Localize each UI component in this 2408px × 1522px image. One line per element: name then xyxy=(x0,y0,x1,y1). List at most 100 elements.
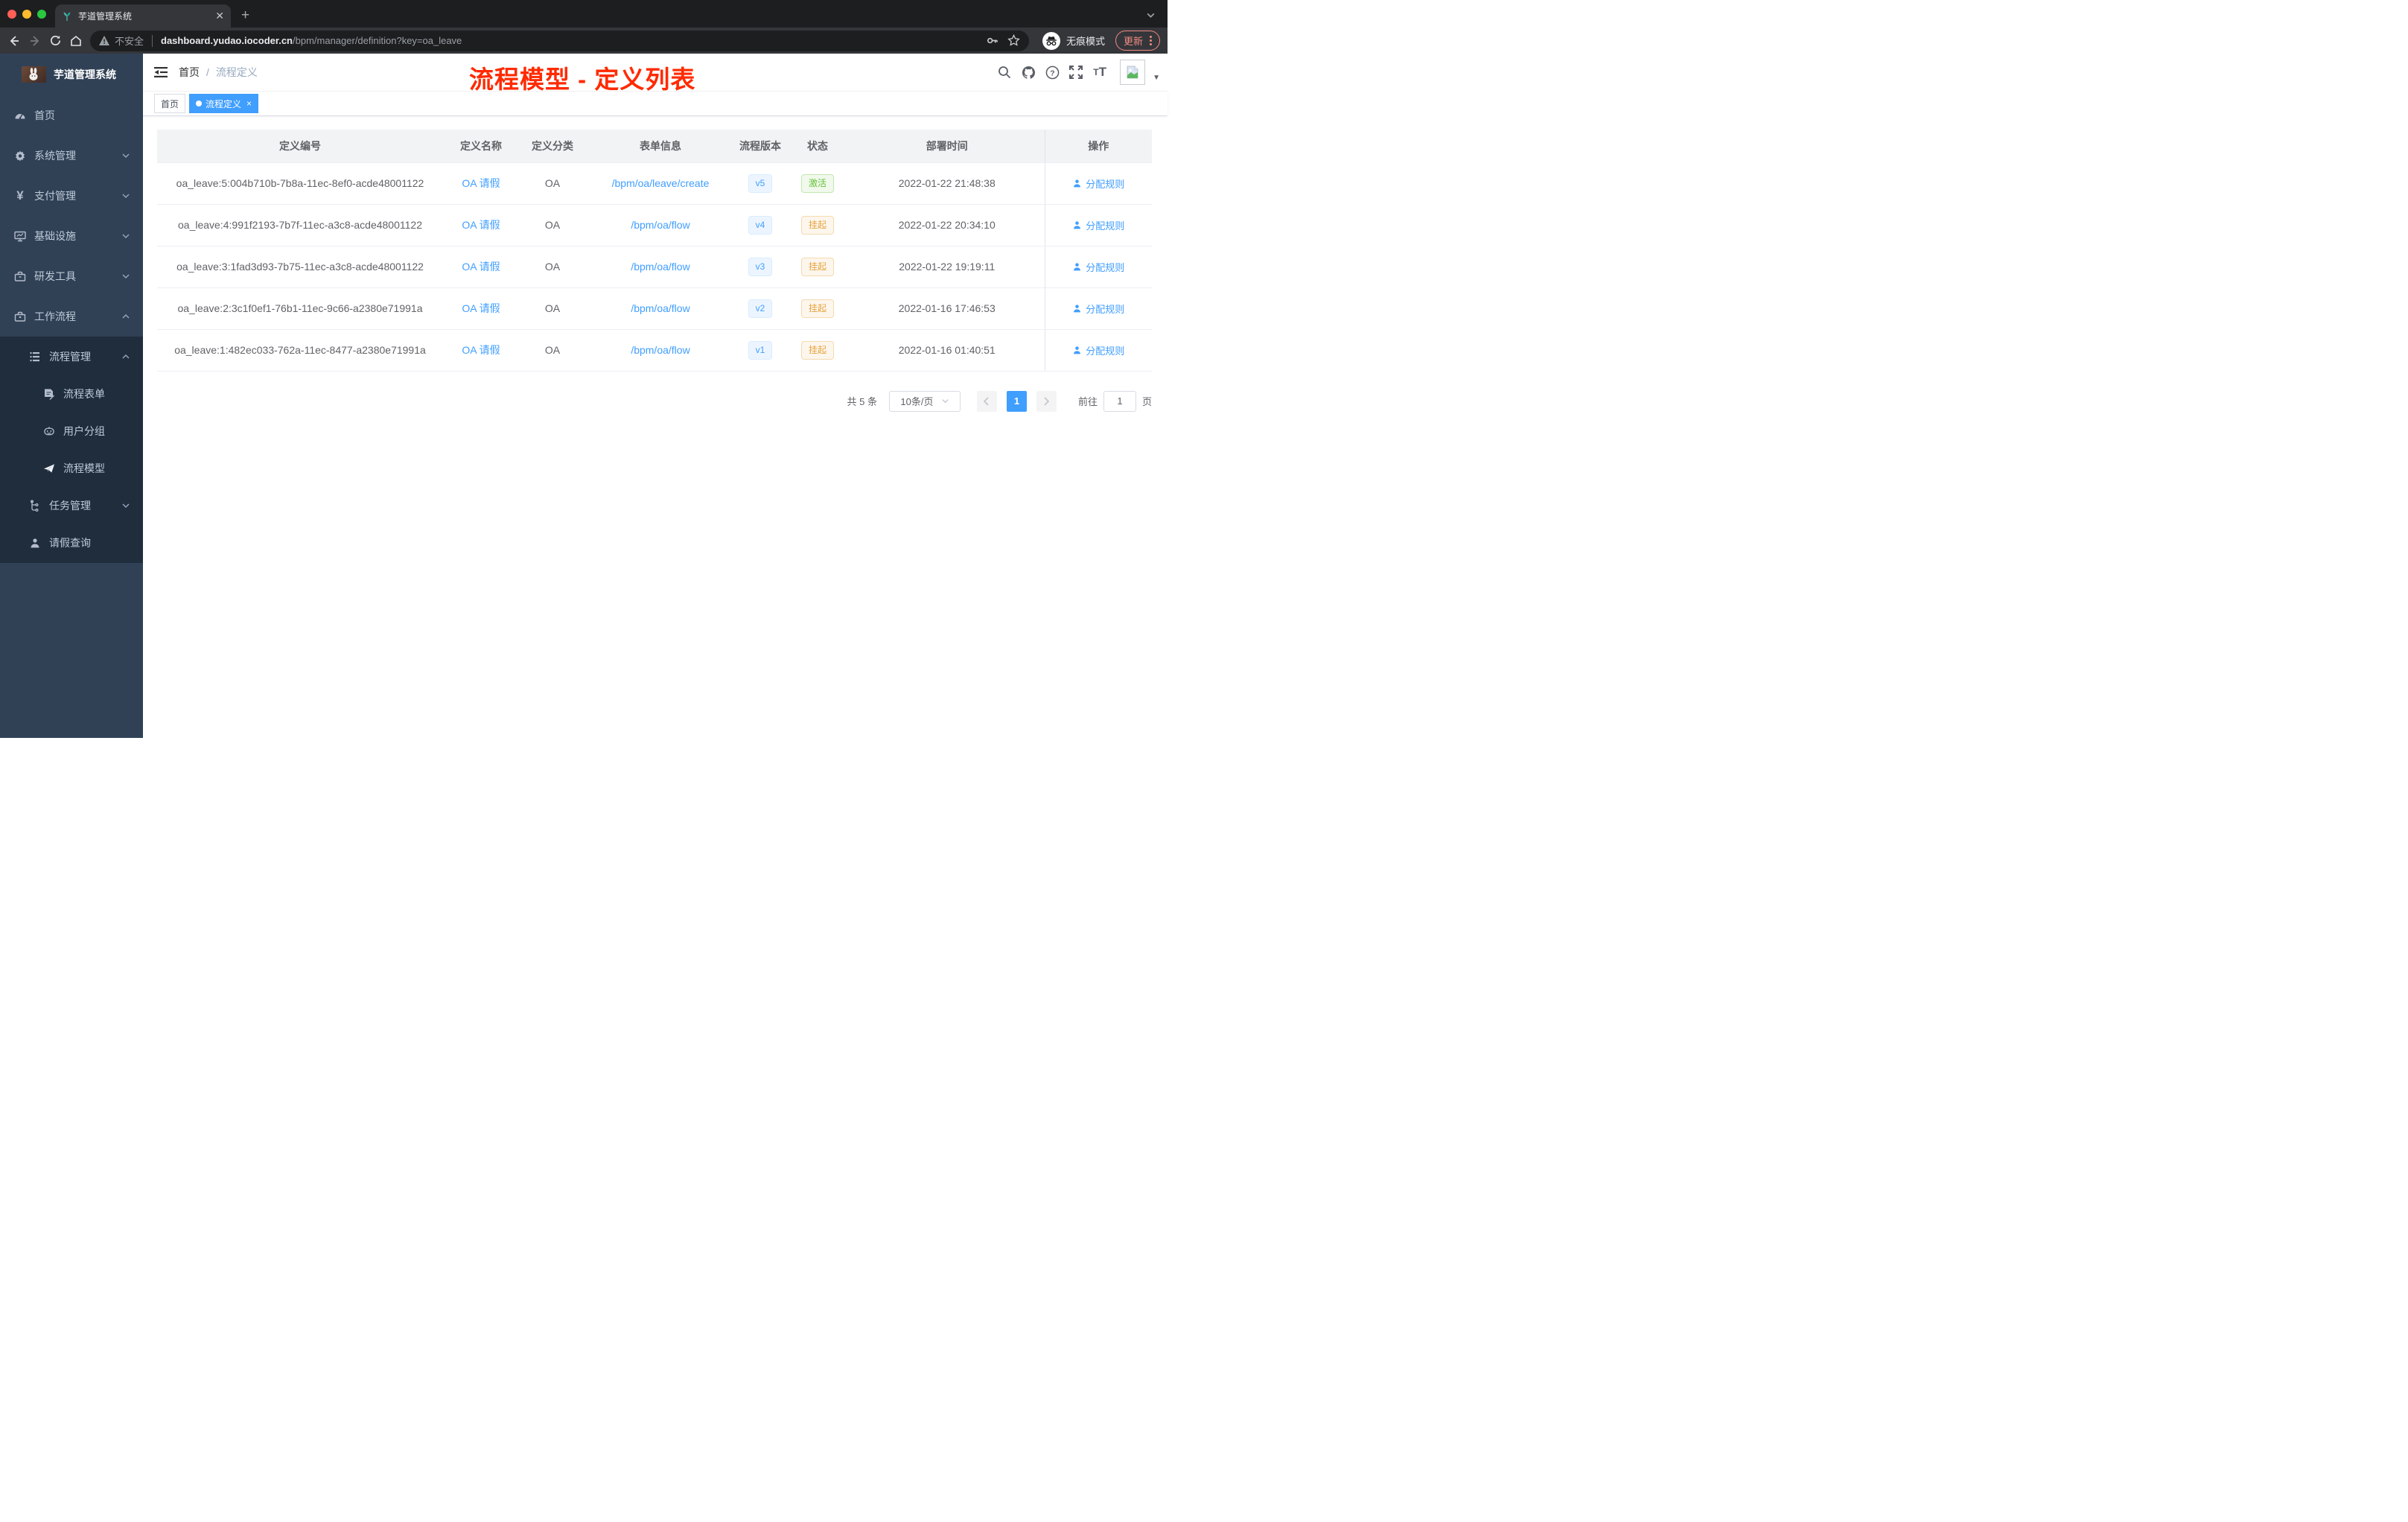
user-icon xyxy=(1074,262,1081,270)
sidebar-item-process-form[interactable]: 流程表单 xyxy=(0,375,143,413)
url-host: dashboard.yudao.iocoder.cn xyxy=(161,35,293,46)
gear-icon xyxy=(14,150,26,162)
tag-home[interactable]: 首页 xyxy=(154,94,186,113)
chevron-down-icon xyxy=(121,232,130,241)
definition-name-link[interactable]: OA 请假 xyxy=(462,261,500,273)
definition-name-link[interactable]: OA 请假 xyxy=(462,344,500,356)
assign-rule-link[interactable]: 分配规则 xyxy=(1072,343,1124,357)
next-page-button[interactable] xyxy=(1036,390,1057,412)
sidebar-item-home[interactable]: 首页 xyxy=(0,95,143,136)
cell-definition-id: oa_leave:4:991f2193-7b7f-11ec-a3c8-acde4… xyxy=(157,204,443,246)
breadcrumb: 首页 / 流程定义 xyxy=(179,65,258,80)
sidebar-item-infrastructure[interactable]: 基础设施 xyxy=(0,216,143,256)
tag-close-icon[interactable]: × xyxy=(246,98,252,109)
assign-rule-link[interactable]: 分配规则 xyxy=(1072,302,1124,316)
header-actions: 操作 xyxy=(1044,130,1152,163)
cell-version: v2 xyxy=(735,287,786,330)
cell-status: 挂起 xyxy=(786,204,850,246)
password-key-icon[interactable] xyxy=(986,34,998,47)
goto-page-input[interactable] xyxy=(1103,390,1136,412)
sidebar-logo-row[interactable]: 芋道管理系统 xyxy=(0,54,143,95)
prev-page-button[interactable] xyxy=(976,390,997,412)
definition-name-link[interactable]: OA 请假 xyxy=(462,302,500,314)
assign-rule-link[interactable]: 分配规则 xyxy=(1072,176,1124,191)
cell-definition-id: oa_leave:5:004b710b-7b8a-11ec-8ef0-acde4… xyxy=(157,162,443,205)
search-icon[interactable] xyxy=(996,66,1013,79)
font-size-icon[interactable]: TT xyxy=(1092,65,1108,80)
sidebar-item-leave-query[interactable]: 请假查询 xyxy=(0,524,143,561)
form-info-link[interactable]: /bpm/oa/flow xyxy=(631,219,689,231)
browser-menu-dots-icon[interactable] xyxy=(1150,36,1152,45)
chevron-down-icon xyxy=(121,501,130,510)
cell-form-info: /bpm/oa/leave/create xyxy=(586,162,735,205)
cell-deploy-time: 2022-01-16 17:46:53 xyxy=(850,287,1045,330)
form-info-link[interactable]: /bpm/oa/leave/create xyxy=(612,177,710,189)
security-warning-icon[interactable] xyxy=(99,36,109,45)
tag-label: 流程定义 xyxy=(206,98,242,109)
sidebar-item-payment[interactable]: ¥ 支付管理 xyxy=(0,176,143,216)
sidebar-item-dev-tools[interactable]: 研发工具 xyxy=(0,256,143,296)
new-tab-button[interactable]: + xyxy=(241,7,249,24)
assign-rule-label: 分配规则 xyxy=(1086,345,1125,357)
breadcrumb-home[interactable]: 首页 xyxy=(179,65,200,80)
window-zoom-button[interactable] xyxy=(37,9,46,19)
reload-button[interactable] xyxy=(49,34,62,47)
table-row: oa_leave:3:1fad3d93-7b75-11ec-a3c8-acde4… xyxy=(157,246,1152,288)
form-info-link[interactable]: /bpm/oa/flow xyxy=(631,302,689,314)
header-deploy-time: 部署时间 xyxy=(850,130,1045,163)
sidebar-item-process-management[interactable]: 流程管理 xyxy=(0,338,143,375)
sidebar-item-system[interactable]: 系统管理 xyxy=(0,136,143,176)
sidebar-item-workflow[interactable]: 工作流程 xyxy=(0,296,143,337)
chevron-down-icon xyxy=(121,191,130,200)
avatar[interactable] xyxy=(1120,60,1146,85)
window-minimize-button[interactable] xyxy=(22,9,31,19)
page-size-value: 10条/页 xyxy=(900,396,934,407)
tag-process-definition[interactable]: 流程定义 × xyxy=(189,94,259,113)
sidebar-item-label: 研发工具 xyxy=(34,270,76,282)
sidebar-item-process-model[interactable]: 流程模型 xyxy=(0,450,143,487)
cell-deploy-time: 2022-01-22 21:48:38 xyxy=(850,162,1045,205)
cell-form-info: /bpm/oa/flow xyxy=(586,246,735,288)
github-icon[interactable] xyxy=(1020,66,1036,80)
sidebar-collapse-icon[interactable] xyxy=(143,66,179,78)
assign-rule-link[interactable]: 分配规则 xyxy=(1072,260,1124,274)
sidebar-item-label: 任务管理 xyxy=(49,500,91,512)
page-size-select[interactable]: 10条/页 xyxy=(888,390,961,412)
table-row: oa_leave:1:482ec033-762a-11ec-8477-a2380… xyxy=(157,329,1152,372)
url-text[interactable]: dashboard.yudao.iocoder.cn/bpm/manager/d… xyxy=(161,35,462,46)
window-close-button[interactable] xyxy=(7,9,16,19)
browser-toolbar: 不安全 dashboard.yudao.iocoder.cn/bpm/manag… xyxy=(0,28,1168,54)
home-button[interactable] xyxy=(69,34,83,48)
status-badge: 挂起 xyxy=(800,299,834,318)
help-icon[interactable]: ? xyxy=(1044,66,1060,80)
sidebar-item-user-group[interactable]: 用户分组 xyxy=(0,413,143,450)
main-area: 首页 / 流程定义 流程模型 - 定义列表 ? TT ▼ 首页 流程定义 × 定… xyxy=(143,54,1168,738)
form-info-link[interactable]: /bpm/oa/flow xyxy=(631,261,689,273)
update-browser-button[interactable]: 更新 xyxy=(1115,31,1160,51)
cell-form-info: /bpm/oa/flow xyxy=(586,204,735,246)
tab-search-chevron-icon[interactable] xyxy=(1146,10,1156,20)
workflow-submenu: 流程管理 流程表单 用户分组 流程模型 任务管理 请假查询 xyxy=(0,337,143,563)
definition-name-link[interactable]: OA 请假 xyxy=(462,219,500,231)
forward-button[interactable] xyxy=(28,34,42,48)
tab-close-icon[interactable]: ✕ xyxy=(215,10,224,22)
assign-rule-link[interactable]: 分配规则 xyxy=(1072,218,1124,232)
browser-tab[interactable]: 芋道管理系统 ✕ xyxy=(55,4,231,28)
definition-name-link[interactable]: OA 请假 xyxy=(462,177,500,189)
page-number-button[interactable]: 1 xyxy=(1006,390,1027,412)
tag-label: 首页 xyxy=(161,98,179,109)
table-row: oa_leave:5:004b710b-7b8a-11ec-8ef0-acde4… xyxy=(157,162,1152,205)
avatar-caret-icon[interactable]: ▼ xyxy=(1153,74,1160,82)
cell-deploy-time: 2022-01-22 20:34:10 xyxy=(850,204,1045,246)
tab-title: 芋道管理系统 xyxy=(78,11,133,22)
bookmark-star-icon[interactable] xyxy=(1007,34,1020,47)
back-button[interactable] xyxy=(7,34,21,48)
sidebar-item-task-management[interactable]: 任务管理 xyxy=(0,487,143,524)
active-tag-dot xyxy=(196,101,203,106)
form-info-link[interactable]: /bpm/oa/flow xyxy=(631,344,689,356)
fullscreen-icon[interactable] xyxy=(1068,66,1084,79)
cell-definition-id: oa_leave:2:3c1f0ef1-76b1-11ec-9c66-a2380… xyxy=(157,287,443,330)
status-badge: 挂起 xyxy=(800,340,834,360)
security-label[interactable]: 不安全 xyxy=(115,34,144,48)
address-bar[interactable]: 不安全 dashboard.yudao.iocoder.cn/bpm/manag… xyxy=(90,30,1029,51)
